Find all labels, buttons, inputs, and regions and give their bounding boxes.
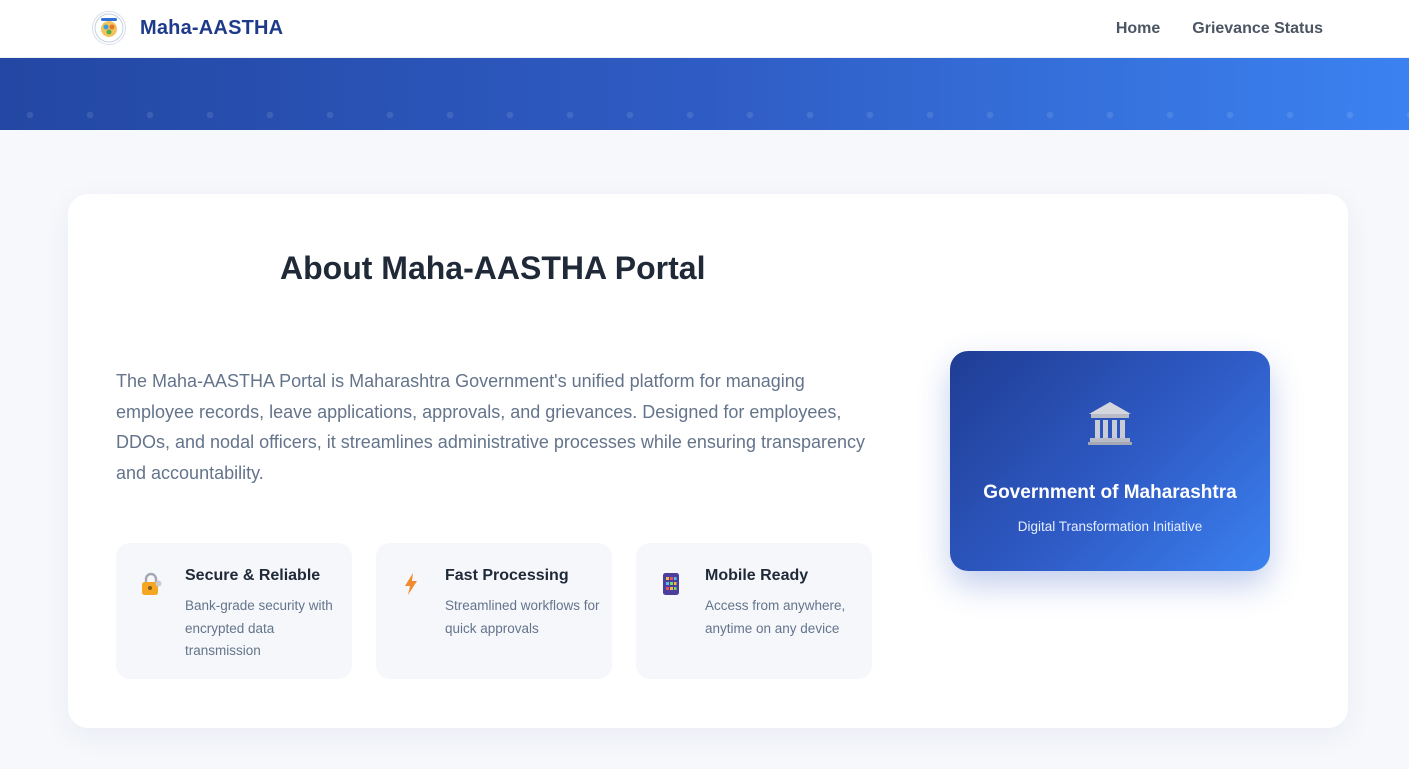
top-navbar: Maha-AASTHA Home Grievance Status bbox=[0, 0, 1409, 58]
feature-description: Access from anywhere, anytime on any dev… bbox=[705, 598, 846, 636]
feature-description: Streamlined workflows for quick approval… bbox=[445, 598, 600, 636]
about-card: About Maha-AASTHA Portal The Maha-AASTHA… bbox=[68, 194, 1348, 728]
feature-description: Bank-grade security with encrypted data … bbox=[185, 598, 333, 658]
feature-title: Fast Processing bbox=[445, 567, 569, 584]
lightning-icon bbox=[398, 571, 424, 597]
brand-link[interactable]: Maha-AASTHA bbox=[92, 10, 283, 46]
feature-card-fast: Fast Processing Streamlined workflows fo… bbox=[376, 543, 612, 679]
maha-aastha-logo bbox=[92, 11, 126, 45]
about-title: About Maha-AASTHA Portal bbox=[280, 250, 706, 286]
government-building-icon bbox=[1086, 399, 1134, 447]
feature-title: Secure & Reliable bbox=[185, 567, 321, 584]
nav-grievance-status-link[interactable]: Grievance Status bbox=[1192, 20, 1323, 38]
feature-card-secure: Secure & Reliable Bank-grade security wi… bbox=[116, 543, 352, 679]
hero-dot-pattern bbox=[0, 110, 1409, 120]
government-card-subtitle: Digital Transformation Initiative bbox=[1017, 519, 1203, 534]
government-card-title: Government of Maharashtra bbox=[983, 482, 1237, 503]
mobile-icon bbox=[658, 571, 684, 597]
nav-home-link[interactable]: Home bbox=[1116, 20, 1160, 38]
nav-links: Home Grievance Status bbox=[1116, 0, 1323, 58]
about-description: The Maha-AASTHA Portal is Maharashtra Go… bbox=[116, 371, 866, 483]
feature-title: Mobile Ready bbox=[705, 567, 809, 584]
hero-banner bbox=[0, 58, 1409, 130]
lock-icon bbox=[138, 571, 164, 597]
brand-name: Maha-AASTHA bbox=[140, 16, 284, 39]
feature-card-mobile: Mobile Ready Access from anywhere, anyti… bbox=[636, 543, 872, 679]
government-card: Government of Maharashtra Digital Transf… bbox=[950, 351, 1270, 571]
